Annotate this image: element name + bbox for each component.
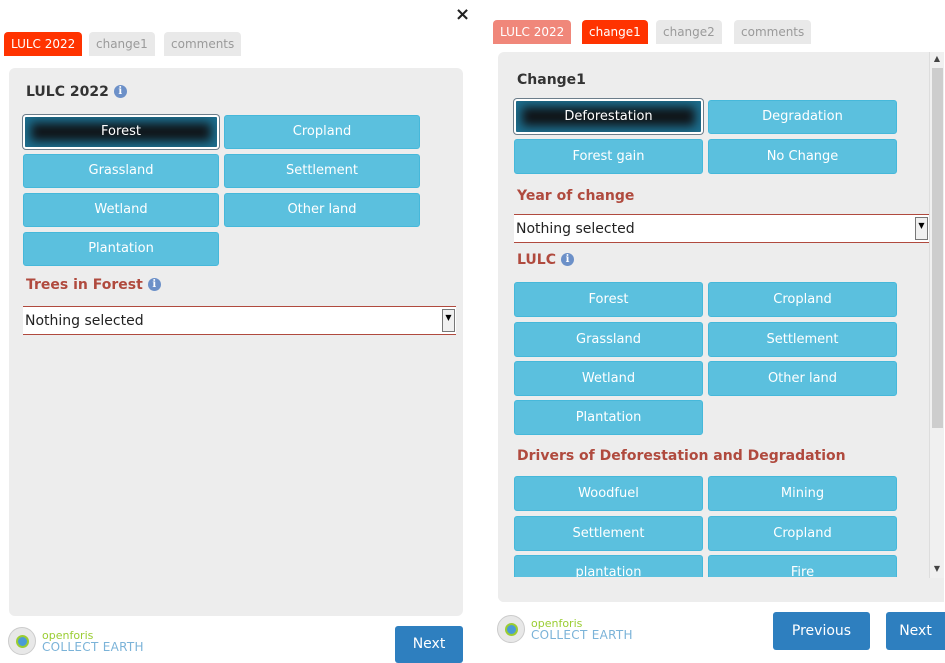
lulc-cropland-button[interactable]: Cropland: [224, 115, 420, 149]
select-value: Nothing selected: [25, 312, 144, 329]
tab-change2[interactable]: change2: [656, 20, 722, 44]
collect-earth-logo: openforis COLLECT EARTH: [497, 615, 657, 645]
lulc-wetland-button[interactable]: Wetland: [23, 193, 219, 227]
trees-in-forest-select[interactable]: Nothing selected ▼: [23, 306, 456, 335]
openforis-globe-icon: [8, 627, 36, 655]
scrollbar[interactable]: ▲ ▼: [929, 52, 944, 578]
dropdown-arrow-icon[interactable]: ▼: [442, 309, 455, 332]
lulc-other-land-button[interactable]: Other land: [224, 193, 420, 227]
lulc-title-text: LULC: [517, 252, 556, 268]
close-icon[interactable]: ×: [455, 4, 470, 25]
change-forest-gain-button[interactable]: Forest gain: [514, 139, 703, 174]
lulc-title: LULC i: [517, 252, 574, 268]
section-title-change1: Change1: [517, 72, 586, 88]
lulc-grassland-button[interactable]: Grassland: [514, 322, 703, 357]
lulc-cropland-button[interactable]: Cropland: [708, 282, 897, 317]
trees-in-forest-title: Trees in Forest i: [26, 277, 161, 293]
info-icon[interactable]: i: [147, 278, 161, 291]
next-button[interactable]: Next: [886, 612, 945, 650]
openforis-globe-icon: [497, 615, 525, 643]
change-deforestation-button[interactable]: Deforestation: [514, 99, 703, 134]
next-button[interactable]: Next: [395, 626, 463, 663]
tab-lulc-2022[interactable]: LULC 2022: [4, 32, 83, 56]
collect-earth-logo: openforis COLLECT EARTH: [8, 627, 168, 657]
section-title-lulc-2022: LULC 2022 i: [26, 84, 127, 100]
lulc-settlement-button[interactable]: Settlement: [224, 154, 420, 188]
tab-comments[interactable]: comments: [734, 20, 812, 44]
scroll-fade: [498, 577, 930, 602]
lulc-forest-button[interactable]: Forest: [23, 115, 219, 149]
section-title-text: LULC 2022: [26, 84, 109, 100]
change-no-change-button[interactable]: No Change: [708, 139, 897, 174]
trees-in-forest-text: Trees in Forest: [26, 277, 143, 293]
lulc-plantation-button[interactable]: Plantation: [514, 400, 703, 435]
lulc-grassland-button[interactable]: Grassland: [23, 154, 219, 188]
driver-mining-button[interactable]: Mining: [708, 476, 897, 511]
lulc-plantation-button[interactable]: Plantation: [23, 232, 219, 266]
driver-settlement-button[interactable]: Settlement: [514, 516, 703, 551]
info-icon[interactable]: i: [113, 85, 127, 98]
year-of-change-title: Year of change: [517, 188, 635, 204]
scroll-down-arrow-icon[interactable]: ▼: [930, 562, 944, 576]
driver-cropland-button[interactable]: Cropland: [708, 516, 897, 551]
left-panel: LULC 2022 i Forest Cropland Grassland Set…: [9, 68, 463, 616]
tab-lulc-2022[interactable]: LULC 2022: [493, 20, 572, 44]
driver-woodfuel-button[interactable]: Woodfuel: [514, 476, 703, 511]
lulc-other-land-button[interactable]: Other land: [708, 361, 897, 396]
info-icon[interactable]: i: [561, 253, 574, 266]
lulc-wetland-button[interactable]: Wetland: [514, 361, 703, 396]
drivers-title: Drivers of Deforestation and Degradation: [517, 448, 846, 464]
select-value: Nothing selected: [516, 220, 635, 237]
right-panel: Change1 Deforestation Degradation Forest…: [498, 52, 944, 602]
tab-change1[interactable]: change1: [582, 20, 648, 44]
logo-line2: COLLECT EARTH: [531, 628, 633, 642]
lulc-settlement-button[interactable]: Settlement: [708, 322, 897, 357]
tab-change1[interactable]: change1: [89, 32, 155, 56]
scrollbar-thumb[interactable]: [932, 68, 943, 428]
previous-button[interactable]: Previous: [773, 612, 870, 650]
scroll-up-arrow-icon[interactable]: ▲: [930, 52, 944, 66]
year-of-change-select[interactable]: Nothing selected ▼: [514, 214, 929, 243]
dropdown-arrow-icon[interactable]: ▼: [915, 217, 928, 240]
tab-comments[interactable]: comments: [164, 32, 242, 56]
change-degradation-button[interactable]: Degradation: [708, 100, 897, 134]
logo-line2: COLLECT EARTH: [42, 640, 144, 654]
lulc-forest-button[interactable]: Forest: [514, 282, 703, 317]
